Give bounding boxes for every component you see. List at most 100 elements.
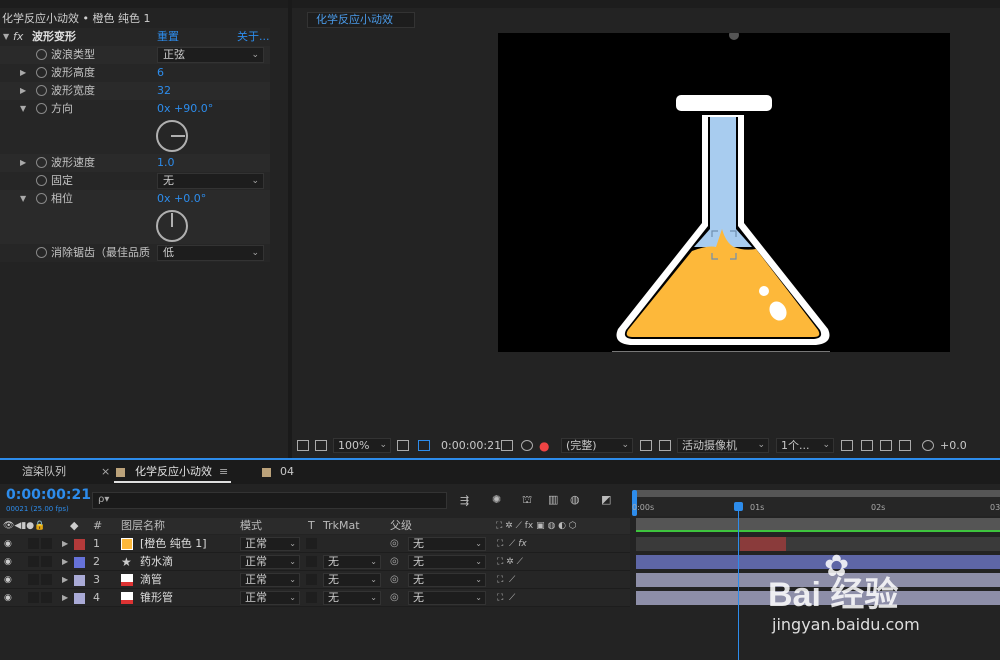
blend-mode-dropdown[interactable]: 正常 ⌄	[240, 555, 300, 569]
trkmat-dropdown[interactable]: 无 ⌄	[323, 591, 381, 605]
close-tab-icon[interactable]: ×	[101, 465, 110, 479]
layer-name[interactable]: 滴管	[140, 571, 162, 589]
trkmat-dropdown[interactable]: 无 ⌄	[323, 573, 381, 587]
preserve-transparency-switch[interactable]	[306, 538, 317, 549]
effect-controls-tab-strip[interactable]	[0, 0, 288, 8]
region-of-interest-icon[interactable]	[418, 440, 430, 451]
blend-mode-dropdown[interactable]: 正常 ⌄	[240, 573, 300, 587]
col-layer-name[interactable]: 图层名称	[121, 518, 165, 534]
lock-switch[interactable]	[41, 556, 52, 567]
viewer-tab-strip[interactable]	[292, 0, 1000, 8]
preserve-transparency-switch[interactable]	[306, 556, 317, 567]
expand-triangle-icon[interactable]: ▶	[62, 553, 68, 571]
comp-mini-flowchart-icon[interactable]: ⇶	[460, 494, 469, 507]
camera-snapshot-icon[interactable]	[501, 440, 513, 451]
parent-dropdown[interactable]: 无 ⌄	[408, 573, 486, 587]
parent-pickwhip-icon[interactable]: ◎	[390, 589, 399, 607]
effect-title-row[interactable]: ▼ fx 波形变形 重置 关于...	[0, 28, 270, 46]
layer-search-input[interactable]: ρ▾	[92, 492, 447, 509]
graph-editor-icon[interactable]: ◩	[601, 493, 611, 506]
always-preview-icon[interactable]	[297, 440, 309, 451]
viewer-timecode[interactable]: 0:00:00:21	[441, 439, 501, 453]
shy-layers-icon[interactable]: ⛫	[522, 493, 532, 508]
parent-dropdown[interactable]: 无 ⌄	[408, 537, 486, 551]
work-area-bar[interactable]	[636, 490, 1000, 497]
layer-row[interactable]: ◉ ▶ 3 滴管 正常 ⌄ 无 ⌄ ◎ 无 ⌄ ⛶ ⟋	[0, 571, 630, 589]
stopwatch-icon[interactable]	[36, 103, 47, 114]
expand-triangle-icon[interactable]: ▶	[62, 589, 68, 607]
resolution-dropdown[interactable]: (完整) ⌄	[561, 438, 633, 453]
preserve-transparency-switch[interactable]	[306, 574, 317, 585]
layer-name[interactable]: [橙色 纯色 1]	[140, 535, 207, 553]
stopwatch-icon[interactable]	[36, 157, 47, 168]
collapse-triangle-icon[interactable]: ▼	[20, 190, 26, 208]
phase-dial[interactable]	[156, 210, 188, 242]
monitor-icon[interactable]	[315, 440, 327, 451]
layer-name[interactable]: 锥形管	[140, 589, 173, 607]
parent-dropdown[interactable]: 无 ⌄	[408, 555, 486, 569]
layer-switches[interactable]: ⛶ ⟋	[497, 589, 515, 607]
parent-dropdown[interactable]: 无 ⌄	[408, 591, 486, 605]
reset-link[interactable]: 重置	[157, 28, 179, 46]
phase-value[interactable]: 0x +0.0°	[157, 190, 206, 208]
pinning-dropdown[interactable]: 无 ⌄	[157, 173, 264, 189]
direction-value[interactable]: 0x +90.0°	[157, 100, 213, 118]
tab-04[interactable]: 04	[280, 465, 294, 479]
solo-switch[interactable]	[28, 592, 39, 603]
frame-blending-icon[interactable]: ▥	[548, 493, 558, 506]
lock-switch[interactable]	[41, 538, 52, 549]
expand-triangle-icon[interactable]: ▶	[20, 82, 26, 100]
channel-rgb-icon[interactable]: ●	[539, 439, 549, 453]
visibility-eye-icon[interactable]: ◉	[4, 589, 12, 607]
camera-dropdown[interactable]: 活动摄像机 ⌄	[677, 438, 769, 453]
comp-name-tab[interactable]: 化学反应小动效	[307, 12, 415, 28]
tab-comp[interactable]: 化学反应小动效	[135, 465, 212, 479]
stopwatch-icon[interactable]	[36, 193, 47, 204]
antialiasing-dropdown[interactable]: 低 ⌄	[157, 245, 264, 261]
layer-row[interactable]: ◉ ▶ 2 ★ 药水滴 正常 ⌄ 无 ⌄ ◎ 无 ⌄ ⛶ ✲ ⟋	[0, 553, 630, 571]
layer-label-color[interactable]	[74, 593, 85, 604]
motion-blur-icon[interactable]: ◍	[570, 493, 580, 506]
layer-label-color[interactable]	[74, 539, 85, 550]
wave-type-dropdown[interactable]: 正弦 ⌄	[157, 47, 264, 63]
stopwatch-icon[interactable]	[36, 67, 47, 78]
stopwatch-icon[interactable]	[36, 175, 47, 186]
lock-switch[interactable]	[41, 574, 52, 585]
visibility-eye-icon[interactable]: ◉	[4, 571, 12, 589]
flowchart-icon[interactable]	[899, 440, 911, 451]
wave-speed-value[interactable]: 1.0	[157, 154, 175, 172]
label-tag-icon[interactable]: ◆	[70, 518, 78, 534]
expand-triangle-icon[interactable]: ▶	[20, 154, 26, 172]
views-dropdown[interactable]: 1个... ⌄	[776, 438, 834, 453]
exposure-value[interactable]: +0.0	[940, 439, 967, 453]
playhead-handle[interactable]	[734, 502, 743, 511]
layer-row[interactable]: ◉ ▶ 4 锥形管 正常 ⌄ 无 ⌄ ◎ 无 ⌄ ⛶ ⟋	[0, 589, 630, 607]
fit-frame-icon[interactable]	[397, 440, 409, 451]
expand-triangle-icon[interactable]: ▶	[62, 571, 68, 589]
fx-icon[interactable]: fx	[13, 28, 23, 46]
fast-preview-icon[interactable]	[640, 440, 652, 451]
composition-canvas[interactable]	[498, 33, 950, 352]
tab-menu-icon[interactable]: ≡	[219, 465, 228, 479]
visibility-eye-icon[interactable]: ◉	[4, 553, 12, 571]
av-switches-icons[interactable]: 👁◀▮●🔒	[3, 518, 45, 534]
layer-row[interactable]: ◉ ▶ 1 [橙色 纯色 1] 正常 ⌄ ◎ 无 ⌄ ⛶ ⟋ fx	[0, 535, 630, 553]
parent-pickwhip-icon[interactable]: ◎	[390, 535, 399, 553]
about-link[interactable]: 关于...	[237, 28, 270, 46]
wave-width-value[interactable]: 32	[157, 82, 171, 100]
tab-render-queue[interactable]: 渲染队列	[22, 465, 66, 479]
layer-label-color[interactable]	[74, 575, 85, 586]
solo-switch[interactable]	[28, 556, 39, 567]
exposure-reset-icon[interactable]	[922, 440, 934, 451]
layer-switches[interactable]: ⛶ ⟋ fx	[497, 535, 527, 553]
direction-dial[interactable]	[156, 120, 188, 152]
expand-triangle-icon[interactable]: ▶	[20, 64, 26, 82]
layer-switches[interactable]: ⛶ ✲ ⟋	[497, 553, 523, 571]
blend-mode-dropdown[interactable]: 正常 ⌄	[240, 591, 300, 605]
stopwatch-icon[interactable]	[36, 85, 47, 96]
layer-switches[interactable]: ⛶ ⟋	[497, 571, 515, 589]
wave-height-value[interactable]: 6	[157, 64, 164, 82]
expand-triangle-icon[interactable]: ▶	[62, 535, 68, 553]
stopwatch-icon[interactable]	[36, 247, 47, 258]
collapse-triangle-icon[interactable]: ▼	[3, 28, 9, 46]
